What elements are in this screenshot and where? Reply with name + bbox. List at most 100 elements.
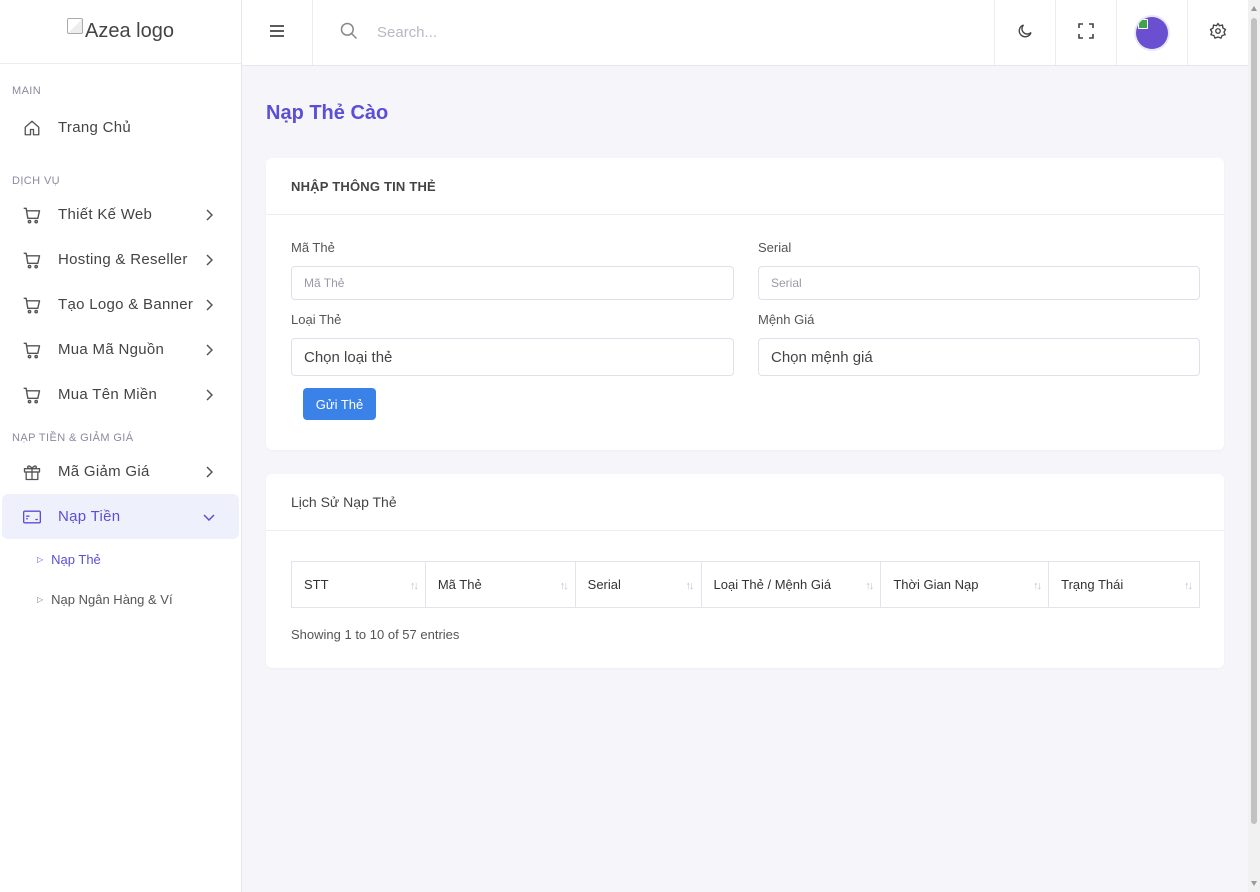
broken-image-icon (1138, 18, 1148, 29)
fullscreen-button[interactable] (1055, 0, 1116, 65)
card-title: Lịch Sử Nạp Thẻ (291, 494, 397, 510)
sort-icon: ↑↓ (1033, 580, 1042, 592)
logo-alt-text: Azea logo (85, 20, 174, 42)
sidebar-item-ma-giam-gia[interactable]: Mã Giảm Giá (2, 449, 239, 494)
menu-category-nap-tien: NẠP TIỀN & GIẢM GIÁ (12, 432, 134, 444)
sort-icon: ↑↓ (409, 580, 419, 592)
submenu-item-label: Nạp Thẻ (51, 551, 101, 567)
column-label: STT (304, 577, 329, 592)
ma-the-label: Mã Thẻ (291, 240, 335, 255)
history-table: STT ↑↓ Mã Thẻ ↑↓ Serial ↑↓ Loại Thẻ / Mệnh … (291, 561, 1200, 608)
scroll-down-arrow-icon[interactable] (1251, 881, 1257, 886)
cart-icon (22, 295, 42, 315)
sidebar-item-thiet-ke-web[interactable]: Thiết Kế Web (2, 192, 239, 237)
table-header-row: STT ↑↓ Mã Thẻ ↑↓ Serial ↑↓ Loại Thẻ / Mệnh … (291, 561, 1200, 608)
profile-button[interactable] (1116, 0, 1187, 65)
column-label: Serial (587, 577, 621, 592)
submenu-item-nap-the[interactable]: ▷ Nạp Thẻ (0, 539, 241, 579)
cart-icon (22, 205, 42, 225)
menh-gia-group: Mệnh Giá Chọn mệnh giá (758, 300, 1200, 376)
sidebar-item-label: Thiết Kế Web (58, 206, 153, 223)
main-content: Nạp Thẻ Cào NHẬP THÔNG TIN THẺ Mã Thẻ Se… (242, 66, 1248, 668)
card-title: NHẬP THÔNG TIN THẺ (291, 178, 436, 194)
logo-area[interactable]: Azea logo (0, 0, 241, 64)
loai-the-select[interactable]: Chọn loại thẻ (291, 338, 734, 376)
chevron-right-icon (203, 388, 215, 401)
ma-the-input[interactable] (291, 266, 734, 300)
column-header-stt[interactable]: STT ↑↓ (291, 561, 426, 608)
serial-input[interactable] (758, 266, 1200, 300)
page-scrollbar[interactable] (1248, 0, 1260, 892)
table-wrapper: STT ↑↓ Mã Thẻ ↑↓ Serial ↑↓ Loại Thẻ / Mệnh … (266, 531, 1224, 642)
loai-the-group: Loại Thẻ Chọn loại thẻ (291, 300, 734, 376)
scroll-up-arrow-icon[interactable] (1251, 6, 1257, 11)
sidebar-item-label: Nạp Tiền (58, 508, 121, 525)
scroll-thumb[interactable] (1251, 18, 1257, 824)
card-icon (22, 507, 42, 527)
column-label: Mã Thẻ (437, 577, 482, 592)
triangle-right-icon: ▷ (37, 554, 44, 564)
column-header-thoi-gian[interactable]: Thời Gian Nạp ↑↓ (880, 561, 1050, 608)
column-label: Thời Gian Nạp (893, 577, 979, 592)
dark-mode-toggle[interactable] (994, 0, 1055, 65)
menu-category-dich-vu: DỊCH VỤ (12, 175, 61, 187)
sidebar-item-label: Mã Giảm Giá (58, 463, 150, 480)
column-header-trang-thai[interactable]: Trạng Thái ↑↓ (1048, 561, 1200, 608)
cart-icon (22, 340, 42, 360)
broken-image-icon (67, 17, 84, 34)
sidebar-item-tao-logo[interactable]: Tạo Logo & Banner (2, 282, 239, 327)
fullscreen-icon (1078, 23, 1094, 42)
search-icon[interactable] (339, 21, 359, 44)
search-input[interactable] (377, 24, 777, 41)
cart-icon (22, 385, 42, 405)
menh-gia-label: Mệnh Giá (758, 312, 815, 327)
column-header-ma-the[interactable]: Mã Thẻ ↑↓ (424, 561, 576, 608)
card-history: Lịch Sử Nạp Thẻ STT ↑↓ Mã Thẻ ↑↓ Serial ↑↓ … (266, 474, 1224, 668)
serial-group: Serial (758, 215, 1200, 300)
sidebar-item-mua-ten-mien[interactable]: Mua Tên Miền (2, 372, 239, 417)
column-label: Trạng Thái (1061, 577, 1124, 592)
sort-icon: ↑↓ (559, 580, 569, 592)
sidebar-item-nap-tien[interactable]: Nạp Tiền (2, 494, 239, 539)
moon-icon (1016, 22, 1034, 43)
column-header-serial[interactable]: Serial ↑↓ (574, 561, 702, 608)
sidebar-item-label: Trang Chủ (58, 119, 132, 136)
home-icon (22, 118, 42, 138)
form-grid: Mã Thẻ Serial Loại Thẻ Chọn loại thẻ Mện… (266, 215, 1224, 376)
triangle-right-icon: ▷ (37, 594, 44, 604)
column-header-loai-the[interactable]: Loại Thẻ / Mệnh Giá ↑↓ (700, 561, 882, 608)
gift-icon (22, 462, 42, 482)
sidebar: Azea logo MAIN Trang Chủ DỊCH VỤ Thiết K… (0, 0, 242, 892)
column-label: Loại Thẻ / Mệnh Giá (713, 577, 832, 592)
settings-button[interactable] (1187, 0, 1248, 65)
avatar (1136, 16, 1168, 49)
chevron-right-icon (203, 298, 215, 311)
cart-icon (22, 250, 42, 270)
sidebar-item-trang-chu[interactable]: Trang Chủ (2, 105, 239, 150)
card-header: Lịch Sử Nạp Thẻ (266, 474, 1224, 531)
submenu-item-label: Nạp Ngân Hàng & Ví (51, 591, 173, 607)
chevron-down-icon (203, 511, 215, 523)
sidebar-item-label: Hosting & Reseller (58, 251, 188, 268)
hamburger-icon (269, 24, 285, 41)
menu-toggle-button[interactable] (242, 0, 313, 65)
search-bar (313, 0, 994, 65)
top-header (242, 0, 1248, 66)
chevron-right-icon (203, 465, 215, 478)
submit-card-button[interactable]: Gửi Thẻ (303, 388, 376, 420)
gear-icon (1209, 22, 1227, 43)
logo[interactable]: Azea logo (67, 17, 174, 43)
table-info: Showing 1 to 10 of 57 entries (291, 627, 460, 642)
menu-category-main: MAIN (12, 85, 42, 97)
menh-gia-select[interactable]: Chọn mệnh giá (758, 338, 1200, 376)
card-header: NHẬP THÔNG TIN THẺ (266, 158, 1224, 215)
submenu-item-nap-ngan-hang[interactable]: ▷ Nạp Ngân Hàng & Ví (0, 579, 241, 619)
card-input-form: NHẬP THÔNG TIN THẺ Mã Thẻ Serial Loại Th… (266, 158, 1224, 450)
sort-icon: ↑↓ (1184, 580, 1193, 592)
sidebar-item-hosting[interactable]: Hosting & Reseller (2, 237, 239, 282)
sidebar-item-label: Mua Mã Nguồn (58, 341, 165, 358)
sidebar-item-mua-ma-nguon[interactable]: Mua Mã Nguồn (2, 327, 239, 372)
serial-label: Serial (758, 240, 792, 255)
sidebar-item-label: Tạo Logo & Banner (58, 296, 194, 313)
page-title: Nạp Thẻ Cào (266, 102, 389, 124)
